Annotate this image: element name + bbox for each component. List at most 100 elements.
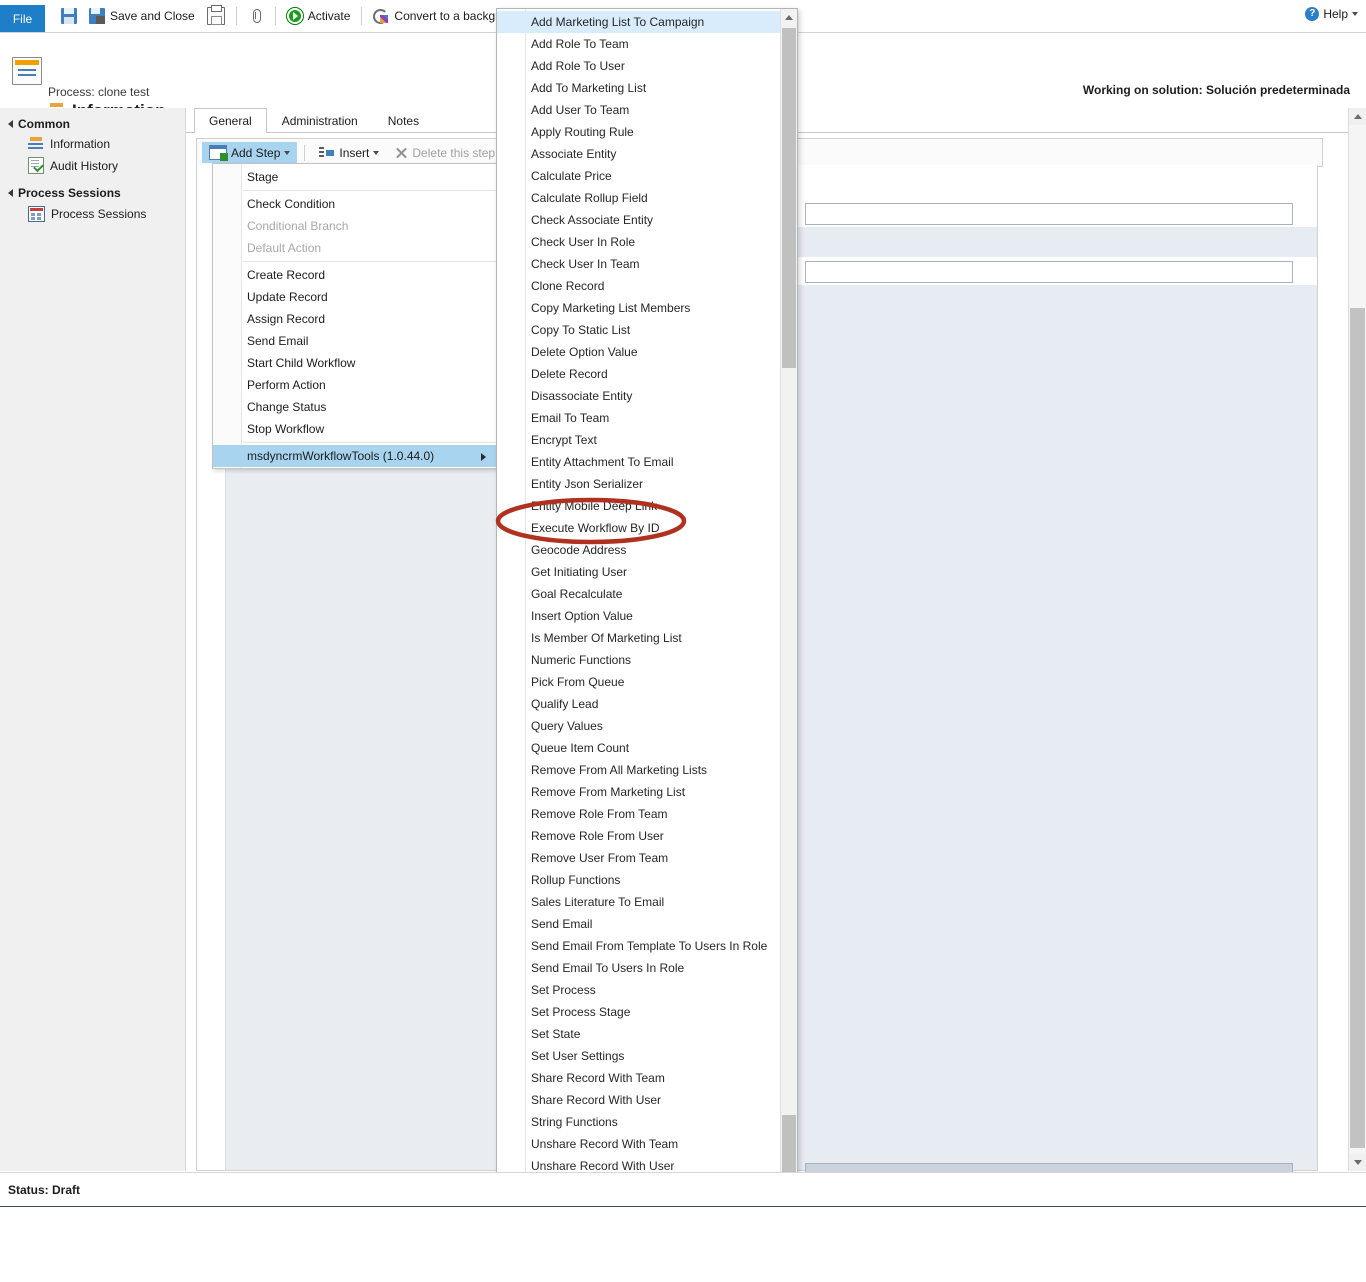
- submenu-item[interactable]: Queue Item Count: [497, 737, 780, 759]
- submenu-item[interactable]: Check User In Role: [497, 231, 780, 253]
- chevron-down-icon: [284, 150, 291, 155]
- nav-group-process-sessions-header[interactable]: Process Sessions: [0, 183, 185, 203]
- help-label: Help: [1323, 7, 1348, 21]
- submenu-item[interactable]: Qualify Lead: [497, 693, 780, 715]
- toolbar-separator: [235, 7, 237, 25]
- submenu-item-list: Add Marketing List To Campaign Add Role T…: [497, 11, 780, 1194]
- sidebar-item-process-sessions[interactable]: Process Sessions: [0, 203, 185, 225]
- submenu-item[interactable]: Send Email From Template To Users In Rol…: [497, 935, 780, 957]
- insert-button[interactable]: Insert: [312, 143, 386, 163]
- submenu-scrollbar[interactable]: [780, 9, 797, 1194]
- add-step-button[interactable]: Add Step: [202, 142, 298, 163]
- submenu-item[interactable]: Associate Entity: [497, 143, 780, 165]
- submenu-item[interactable]: Goal Recalculate: [497, 583, 780, 605]
- sidebar-item-audit-history[interactable]: Audit History: [0, 154, 185, 177]
- submenu-item[interactable]: Is Member Of Marketing List: [497, 627, 780, 649]
- submenu-item[interactable]: Calculate Price: [497, 165, 780, 187]
- submenu-item[interactable]: Entity Attachment To Email: [497, 451, 780, 473]
- menu-item-update-record[interactable]: Update Record: [213, 286, 498, 308]
- submenu-item[interactable]: Geocode Address: [497, 539, 780, 561]
- submenu-item[interactable]: Remove From All Marketing Lists: [497, 759, 780, 781]
- submenu-item[interactable]: Add Role To Team: [497, 33, 780, 55]
- scroll-up-button[interactable]: [1349, 108, 1366, 125]
- submenu-item[interactable]: Remove Role From User: [497, 825, 780, 847]
- submenu-item[interactable]: Clone Record: [497, 275, 780, 297]
- submenu-item[interactable]: Sales Literature To Email: [497, 891, 780, 913]
- submenu-item[interactable]: Share Record With Team: [497, 1067, 780, 1089]
- submenu-item[interactable]: Remove Role From Team: [497, 803, 780, 825]
- delete-step-button[interactable]: Delete this step.: [388, 143, 505, 163]
- form-field-2[interactable]: [805, 261, 1293, 283]
- save-and-close-button[interactable]: Save and Close: [83, 1, 201, 31]
- file-tab[interactable]: File: [0, 5, 45, 32]
- submenu-item[interactable]: Disassociate Entity: [497, 385, 780, 407]
- help-button[interactable]: ? Help: [1305, 7, 1358, 21]
- submenu-item[interactable]: Add Role To User: [497, 55, 780, 77]
- submenu-item[interactable]: Set State: [497, 1023, 780, 1045]
- submenu-item[interactable]: Add User To Team: [497, 99, 780, 121]
- submenu-item[interactable]: Add To Marketing List: [497, 77, 780, 99]
- submenu-item[interactable]: Execute Workflow By ID: [497, 517, 780, 539]
- submenu-item[interactable]: Copy Marketing List Members: [497, 297, 780, 319]
- sidebar-item-information[interactable]: Information: [0, 134, 185, 154]
- submenu-item[interactable]: Email To Team: [497, 407, 780, 429]
- tab-general[interactable]: General: [194, 108, 267, 133]
- menu-item-start-child-workflow[interactable]: Start Child Workflow: [213, 352, 498, 374]
- menu-item-change-status[interactable]: Change Status: [213, 396, 498, 418]
- submenu-item[interactable]: Query Values: [497, 715, 780, 737]
- scrollbar-thumb[interactable]: [1350, 308, 1365, 1148]
- submenu-item[interactable]: Entity Mobile Deep Link: [497, 495, 780, 517]
- submenu-item[interactable]: Remove From Marketing List: [497, 781, 780, 803]
- activate-icon: [286, 8, 303, 24]
- submenu-item[interactable]: Set Process Stage: [497, 1001, 780, 1023]
- menu-item-perform-action[interactable]: Perform Action: [213, 374, 498, 396]
- submenu-item[interactable]: Send Email To Users In Role: [497, 957, 780, 979]
- submenu-item[interactable]: Delete Option Value: [497, 341, 780, 363]
- submenu-scrollbar-thumb[interactable]: [782, 28, 796, 368]
- submenu-item[interactable]: Add Marketing List To Campaign: [497, 11, 780, 33]
- submenu-item[interactable]: Unshare Record With Team: [497, 1133, 780, 1155]
- nav-group-common-header[interactable]: Common: [0, 114, 185, 134]
- submenu-item[interactable]: Entity Json Serializer: [497, 473, 780, 495]
- menu-item-assign-record[interactable]: Assign Record: [213, 308, 498, 330]
- scroll-down-button[interactable]: [1349, 1154, 1366, 1171]
- attach-button[interactable]: [242, 1, 270, 31]
- submenu-item[interactable]: Encrypt Text: [497, 429, 780, 451]
- save-button[interactable]: [55, 1, 83, 31]
- submenu-item[interactable]: Calculate Rollup Field: [497, 187, 780, 209]
- add-step-dropdown-menu[interactable]: Stage Check Condition Conditional Branch…: [212, 163, 499, 469]
- activate-button[interactable]: Activate: [281, 1, 357, 31]
- submenu-item[interactable]: Insert Option Value: [497, 605, 780, 627]
- menu-item-send-email[interactable]: Send Email: [213, 330, 498, 352]
- submenu-scroll-up-button[interactable]: [781, 9, 797, 25]
- submenu-item[interactable]: Get Initiating User: [497, 561, 780, 583]
- menu-item-msdyncrm-workflow-tools[interactable]: msdyncrmWorkflowTools (1.0.44.0): [213, 445, 498, 467]
- menu-item-stage[interactable]: Stage: [213, 166, 498, 188]
- submenu-item[interactable]: Apply Routing Rule: [497, 121, 780, 143]
- add-step-label: Add Step: [231, 145, 281, 160]
- submenu-item[interactable]: Share Record With User: [497, 1089, 780, 1111]
- menu-item-check-condition[interactable]: Check Condition: [213, 193, 498, 215]
- submenu-item[interactable]: Delete Record: [497, 363, 780, 385]
- submenu-item[interactable]: Set Process: [497, 979, 780, 1001]
- workflow-tools-submenu[interactable]: Add Marketing List To Campaign Add Role T…: [496, 8, 798, 1197]
- submenu-item[interactable]: Numeric Functions: [497, 649, 780, 671]
- submenu-item[interactable]: Check Associate Entity: [497, 209, 780, 231]
- run-report-button[interactable]: [201, 1, 231, 31]
- submenu-item[interactable]: Copy To Static List: [497, 319, 780, 341]
- submenu-item[interactable]: Rollup Functions: [497, 869, 780, 891]
- expand-triangle-icon: [8, 189, 13, 197]
- submenu-item[interactable]: Send Email: [497, 913, 780, 935]
- tab-administration[interactable]: Administration: [267, 108, 373, 133]
- tab-notes[interactable]: Notes: [373, 108, 434, 133]
- form-vertical-scrollbar[interactable]: [1348, 108, 1366, 1171]
- menu-item-create-record[interactable]: Create Record: [213, 264, 498, 286]
- submenu-item[interactable]: Check User In Team: [497, 253, 780, 275]
- submenu-item[interactable]: Set User Settings: [497, 1045, 780, 1067]
- submenu-item[interactable]: String Functions: [497, 1111, 780, 1133]
- submenu-item[interactable]: Pick From Queue: [497, 671, 780, 693]
- form-field-1[interactable]: [805, 203, 1293, 225]
- submenu-item[interactable]: Remove User From Team: [497, 847, 780, 869]
- menu-item-stop-workflow[interactable]: Stop Workflow: [213, 418, 498, 440]
- submenu-scrollbar-thumb-lower[interactable]: [782, 1115, 796, 1175]
